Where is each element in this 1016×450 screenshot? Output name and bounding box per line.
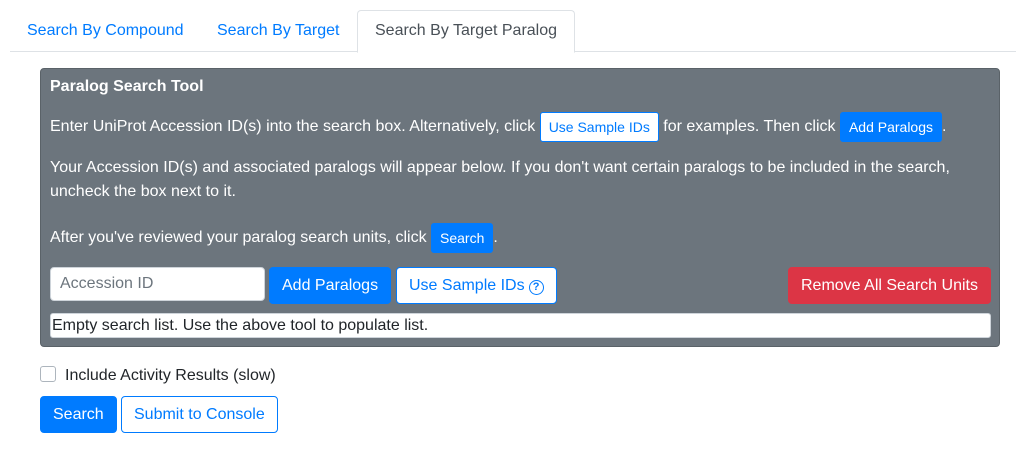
search-button[interactable]: Search bbox=[40, 396, 117, 433]
instructions-paragraph-1: Enter UniProt Accession ID(s) into the s… bbox=[50, 112, 990, 142]
submit-to-console-button[interactable]: Submit to Console bbox=[121, 396, 278, 433]
search-units-list: Empty search list. Use the above tool to… bbox=[50, 313, 991, 338]
use-sample-ids-button[interactable]: Use Sample IDs? bbox=[396, 267, 557, 304]
use-sample-ids-label: Use Sample IDs bbox=[409, 277, 525, 294]
question-circle-icon: ? bbox=[528, 280, 544, 295]
p1-text-mid: for examples. Then click bbox=[658, 118, 840, 136]
add-paralogs-button[interactable]: Add Paralogs bbox=[269, 267, 392, 304]
tab-search-by-compound[interactable]: Search By Compound bbox=[10, 10, 201, 52]
include-activity-checkbox[interactable] bbox=[40, 366, 56, 382]
inline-add-paralogs-button[interactable]: Add Paralogs bbox=[839, 112, 943, 142]
paralog-search-panel: Paralog Search Tool Enter UniProt Access… bbox=[40, 68, 1000, 347]
remove-all-search-units-button[interactable]: Remove All Search Units bbox=[788, 267, 991, 304]
panel-title: Paralog Search Tool bbox=[50, 78, 204, 95]
p1-text-after: . bbox=[942, 118, 947, 136]
accession-id-input[interactable]: Accession ID bbox=[50, 267, 265, 301]
include-activity-label[interactable]: Include Activity Results (slow) bbox=[65, 364, 276, 388]
tab-search-by-target[interactable]: Search By Target bbox=[200, 10, 356, 52]
inline-search-button[interactable]: Search bbox=[431, 223, 494, 253]
inline-use-sample-ids-button[interactable]: Use Sample IDs bbox=[539, 112, 659, 142]
p3-text-after: . bbox=[493, 229, 498, 247]
p1-text-before: Enter UniProt Accession ID(s) into the s… bbox=[50, 118, 540, 136]
tab-bar: Search By Compound Search By Target Sear… bbox=[10, 10, 1016, 53]
instructions-paragraph-2: Your Accession ID(s) and associated para… bbox=[50, 159, 950, 200]
tab-search-by-target-paralog[interactable]: Search By Target Paralog bbox=[357, 10, 576, 53]
instructions-paragraph-3: After you've reviewed your paralog searc… bbox=[50, 223, 990, 253]
p3-text-before: After you've reviewed your paralog searc… bbox=[50, 229, 432, 247]
